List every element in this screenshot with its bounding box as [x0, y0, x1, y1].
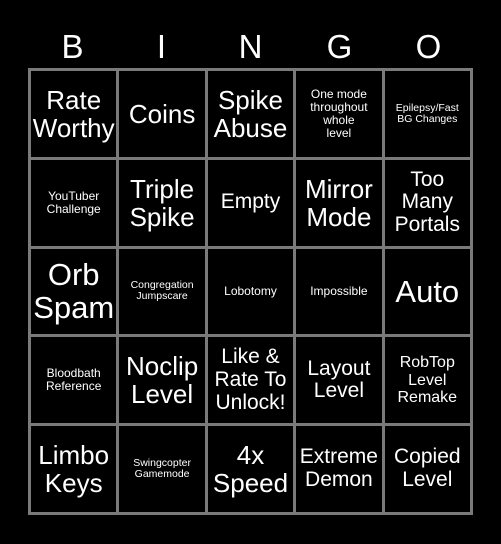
bingo-cell-n3[interactable]: Lobotomy [207, 248, 294, 335]
bingo-header-letter-i: I [156, 27, 167, 65]
bingo-cell-i5[interactable]: Swingcopter Gamemode [119, 426, 205, 512]
bingo-header-letter-g: G [326, 27, 353, 65]
bingo-cell-n2[interactable]: Empty [207, 159, 294, 246]
bingo-cell-b5[interactable]: Limbo Keys [31, 426, 117, 512]
bingo-header-letter-o: O [415, 27, 442, 65]
bingo-cell-i2[interactable]: Triple Spike [119, 159, 205, 246]
bingo-cell-n4[interactable]: Like & Rate To Unlock! [207, 337, 294, 424]
bingo-cell-g2[interactable]: Mirror Mode [296, 159, 382, 246]
bingo-cell-o3[interactable]: Auto [384, 248, 470, 335]
bingo-grid: Rate Worthy Coins Spike Abuse One mode t… [28, 68, 473, 515]
bingo-header-letter-b: B [61, 27, 84, 65]
bingo-header-letter-n: N [238, 27, 263, 65]
bingo-cell-n1[interactable]: Spike Abuse [207, 71, 294, 157]
bingo-cell-b4[interactable]: Bloodbath Reference [31, 337, 117, 424]
bingo-cell-g1[interactable]: One mode throughout whole level [296, 71, 382, 157]
bingo-cell-g5[interactable]: Extreme Demon [296, 426, 382, 512]
bingo-card: B I N G O Rate Worthy Coins Spike Abuse … [0, 0, 501, 544]
bingo-cell-g4[interactable]: Layout Level [296, 337, 382, 424]
bingo-cell-o5[interactable]: Copied Level [384, 426, 470, 512]
bingo-header-row: B I N G O [28, 24, 473, 68]
bingo-cell-o1[interactable]: Epilepsy/Fast BG Changes [384, 71, 470, 157]
bingo-cell-o4[interactable]: RobTop Level Remake [384, 337, 470, 424]
bingo-cell-b2[interactable]: YouTuber Challenge [31, 159, 117, 246]
bingo-cell-g3[interactable]: Impossible [296, 248, 382, 335]
bingo-cell-n5[interactable]: 4x Speed [207, 426, 294, 512]
bingo-cell-i3[interactable]: Congregation Jumpscare [119, 248, 205, 335]
bingo-cell-b1[interactable]: Rate Worthy [31, 71, 117, 157]
bingo-cell-b3[interactable]: Orb Spam [31, 248, 117, 335]
bingo-cell-o2[interactable]: Too Many Portals [384, 159, 470, 246]
bingo-cell-i1[interactable]: Coins [119, 71, 205, 157]
bingo-cell-i4[interactable]: Noclip Level [119, 337, 205, 424]
